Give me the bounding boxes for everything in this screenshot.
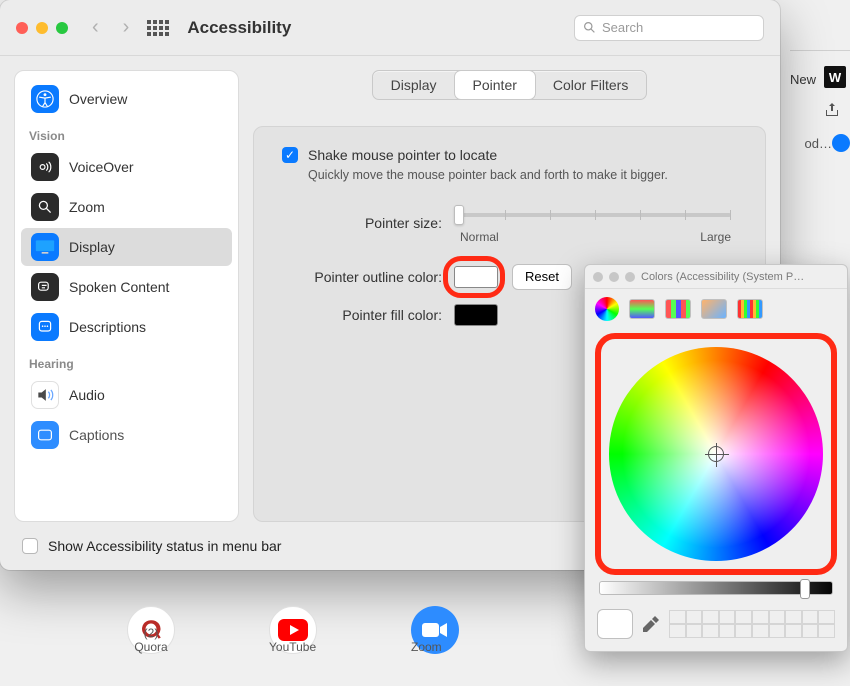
show-all-icon[interactable] xyxy=(147,20,169,36)
colors-window: Colors (Accessibility (System P… xyxy=(584,264,848,652)
sidebar: Overview Vision VoiceOver Zoom Displa xyxy=(14,70,239,522)
fill-color-swatch[interactable] xyxy=(454,304,498,326)
zoom-icon xyxy=(31,193,59,221)
sidebar-item-audio[interactable]: Audio xyxy=(21,376,232,414)
sidebar-item-label: Captions xyxy=(69,427,124,443)
colors-titlebar: Colors (Accessibility (System P… xyxy=(585,265,847,289)
sidebar-item-label: Zoom xyxy=(69,199,105,215)
shake-desc: Quickly move the mouse pointer back and … xyxy=(308,167,668,184)
window-title: Accessibility xyxy=(187,18,291,38)
audio-icon xyxy=(31,381,59,409)
titlebar: ‹ › Accessibility Search xyxy=(0,0,780,56)
slider-min-label: Normal xyxy=(460,230,499,244)
outline-color-label: Pointer outline color: xyxy=(282,269,442,285)
color-wheel[interactable] xyxy=(609,347,823,561)
color-palettes-mode-icon[interactable] xyxy=(665,299,691,319)
forward-icon[interactable]: › xyxy=(123,16,130,39)
color-swatches-row xyxy=(585,601,847,651)
sidebar-item-overview[interactable]: Overview xyxy=(21,80,232,118)
color-sliders-mode-icon[interactable] xyxy=(629,299,655,319)
shake-option[interactable]: ✓ Shake mouse pointer to locate xyxy=(282,147,737,163)
color-wheel-cursor[interactable] xyxy=(708,446,724,462)
slider-thumb[interactable] xyxy=(454,205,464,225)
sidebar-item-label: VoiceOver xyxy=(69,159,134,175)
eyedropper-icon[interactable] xyxy=(641,614,661,634)
fill-color-label: Pointer fill color: xyxy=(282,307,442,323)
search-placeholder: Search xyxy=(602,20,643,35)
nav-arrows: ‹ › xyxy=(92,16,129,39)
minimize-icon[interactable] xyxy=(609,272,619,282)
dock-row: (2) Quora YouTube Zoom xyxy=(0,590,586,686)
annotation-color-wheel xyxy=(595,333,837,575)
captions-icon xyxy=(31,421,59,449)
current-color-swatch[interactable] xyxy=(597,609,633,639)
sidebar-item-label: Spoken Content xyxy=(69,279,169,295)
sidebar-item-display[interactable]: Display xyxy=(21,228,232,266)
section-hearing: Hearing xyxy=(15,347,238,375)
sidebar-item-label: Display xyxy=(69,239,115,255)
slider-max-label: Large xyxy=(700,230,731,244)
tab-group: Display Pointer Color Filters xyxy=(372,70,648,100)
brightness-thumb[interactable] xyxy=(800,579,810,599)
accessibility-icon xyxy=(31,85,59,113)
pointer-size-slider[interactable] xyxy=(454,202,737,230)
sidebar-item-zoom[interactable]: Zoom xyxy=(21,188,232,226)
shake-title: Shake mouse pointer to locate xyxy=(308,147,497,163)
back-icon[interactable]: ‹ xyxy=(92,16,99,39)
voiceover-icon xyxy=(31,153,59,181)
sidebar-item-captions[interactable]: Captions xyxy=(21,416,232,454)
zoom-window-icon[interactable] xyxy=(625,272,635,282)
pointer-size-label: Pointer size: xyxy=(282,215,442,231)
pencils-mode-icon[interactable] xyxy=(737,299,763,319)
tab-display[interactable]: Display xyxy=(373,71,455,99)
colors-toolbar xyxy=(585,289,847,329)
bg-od-label: od… xyxy=(805,136,832,151)
descriptions-icon xyxy=(31,313,59,341)
sidebar-item-label: Audio xyxy=(69,387,105,403)
close-icon[interactable] xyxy=(593,272,603,282)
sidebar-item-label: Descriptions xyxy=(69,319,146,335)
sidebar-item-spoken-content[interactable]: Spoken Content xyxy=(21,268,232,306)
share-icon xyxy=(824,102,840,123)
tab-color-filters[interactable]: Color Filters xyxy=(535,71,646,99)
zoom-window-icon[interactable] xyxy=(56,22,68,34)
color-wheel-mode-icon[interactable] xyxy=(595,297,619,321)
show-status-checkbox[interactable] xyxy=(22,538,38,554)
tab-pointer[interactable]: Pointer xyxy=(455,71,535,99)
close-icon[interactable] xyxy=(16,22,28,34)
dock-label-zoom: Zoom xyxy=(411,640,442,654)
display-icon xyxy=(31,233,59,261)
saved-colors-palette[interactable] xyxy=(669,610,835,638)
outline-color-swatch[interactable] xyxy=(454,266,498,288)
brightness-slider[interactable] xyxy=(599,581,833,595)
bg-new-label: New xyxy=(790,72,816,87)
wikipedia-badge-icon: W xyxy=(824,66,846,88)
dock-label-quora: (2) Quora xyxy=(127,626,175,654)
bg-od-icon xyxy=(832,134,850,152)
spoken-content-icon xyxy=(31,273,59,301)
dock-label-youtube: YouTube xyxy=(269,640,316,654)
sidebar-item-label: Overview xyxy=(69,91,127,107)
checkbox-checked-icon[interactable]: ✓ xyxy=(282,147,298,163)
sidebar-item-voiceover[interactable]: VoiceOver xyxy=(21,148,232,186)
reset-button[interactable]: Reset xyxy=(512,264,572,290)
colors-title: Colors (Accessibility (System P… xyxy=(641,271,804,283)
section-vision: Vision xyxy=(15,119,238,147)
search-icon xyxy=(583,21,596,34)
image-palettes-mode-icon[interactable] xyxy=(701,299,727,319)
minimize-icon[interactable] xyxy=(36,22,48,34)
search-input[interactable]: Search xyxy=(574,15,764,41)
sidebar-item-descriptions[interactable]: Descriptions xyxy=(21,308,232,346)
show-status-label: Show Accessibility status in menu bar xyxy=(48,538,281,554)
window-controls xyxy=(16,22,68,34)
